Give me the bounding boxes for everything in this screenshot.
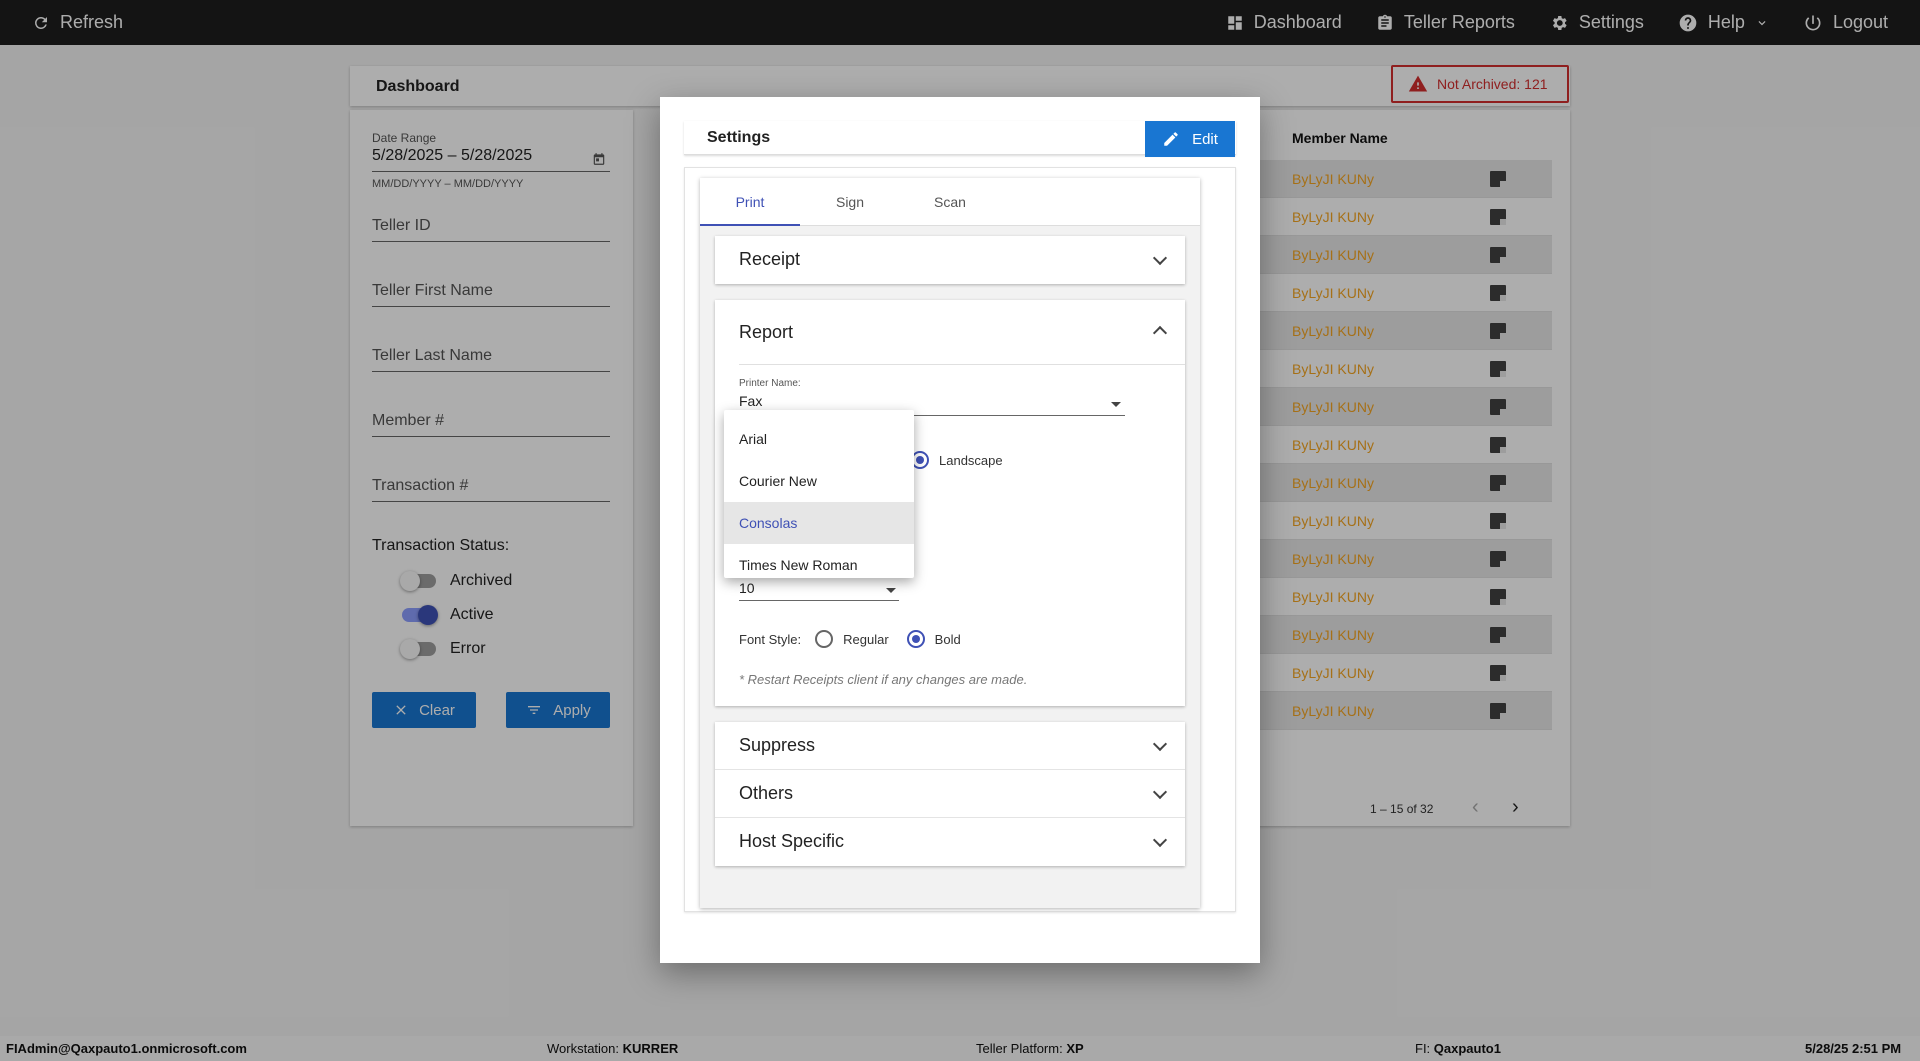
collapsed-panels: Suppress Others Host Specific bbox=[715, 722, 1185, 866]
report-panel-divider bbox=[739, 364, 1185, 365]
edit-button[interactable]: Edit bbox=[1145, 121, 1235, 157]
suppress-panel-header[interactable]: Suppress bbox=[715, 722, 1185, 770]
font-option-arial[interactable]: Arial bbox=[724, 418, 914, 460]
radio-regular-label[interactable]: Regular bbox=[843, 632, 889, 647]
chevron-down-icon bbox=[1152, 250, 1168, 266]
radio-bold-label[interactable]: Bold bbox=[935, 632, 961, 647]
receipt-panel-title: Receipt bbox=[739, 249, 801, 269]
caret-down-icon[interactable] bbox=[1111, 402, 1121, 407]
radio-landscape-label: Landscape bbox=[939, 452, 1003, 468]
others-panel-header[interactable]: Others bbox=[715, 770, 1185, 818]
font-option-consolas[interactable]: Consolas bbox=[724, 502, 914, 544]
radio-regular[interactable] bbox=[815, 630, 834, 648]
chevron-down-icon bbox=[1152, 832, 1168, 848]
settings-tabs: Print Sign Scan bbox=[700, 178, 1200, 226]
radio-bold[interactable] bbox=[906, 630, 925, 648]
caret-down-icon[interactable] bbox=[886, 588, 896, 593]
chevron-down-icon bbox=[1152, 736, 1168, 752]
report-panel-title[interactable]: Report bbox=[739, 322, 793, 343]
font-option-courier-new[interactable]: Courier New bbox=[724, 460, 914, 502]
tab-scan[interactable]: Scan bbox=[900, 194, 1000, 210]
font-size-underline bbox=[739, 600, 899, 601]
font-style-group: Font Style: Regular Bold bbox=[739, 630, 961, 648]
restart-note: * Restart Receipts client if any changes… bbox=[739, 672, 1028, 687]
orientation-landscape-option[interactable]: Landscape bbox=[911, 451, 1003, 469]
tab-ink-bar bbox=[700, 224, 800, 226]
chevron-down-icon bbox=[1152, 784, 1168, 800]
host-specific-panel-title: Host Specific bbox=[739, 831, 845, 851]
font-style-label: Font Style: bbox=[739, 631, 802, 647]
suppress-panel-title: Suppress bbox=[739, 735, 816, 755]
others-panel-title: Others bbox=[739, 783, 794, 803]
edit-label: Edit bbox=[1192, 130, 1218, 148]
font-dropdown-menu: Arial Courier New Consolas Times New Rom… bbox=[724, 410, 914, 578]
font-option-times-new-roman[interactable]: Times New Roman bbox=[724, 544, 914, 586]
host-specific-panel-header[interactable]: Host Specific bbox=[715, 818, 1185, 866]
printer-name-select[interactable]: Fax bbox=[739, 393, 762, 409]
settings-dialog-title: Settings bbox=[707, 129, 771, 146]
chevron-up-icon[interactable] bbox=[1152, 325, 1168, 341]
tab-sign[interactable]: Sign bbox=[800, 194, 900, 210]
pencil-icon bbox=[1164, 132, 1178, 146]
printer-name-label: Printer Name: bbox=[739, 378, 801, 389]
receipt-panel-header[interactable]: Receipt bbox=[715, 236, 1185, 284]
tab-print[interactable]: Print bbox=[700, 194, 800, 210]
